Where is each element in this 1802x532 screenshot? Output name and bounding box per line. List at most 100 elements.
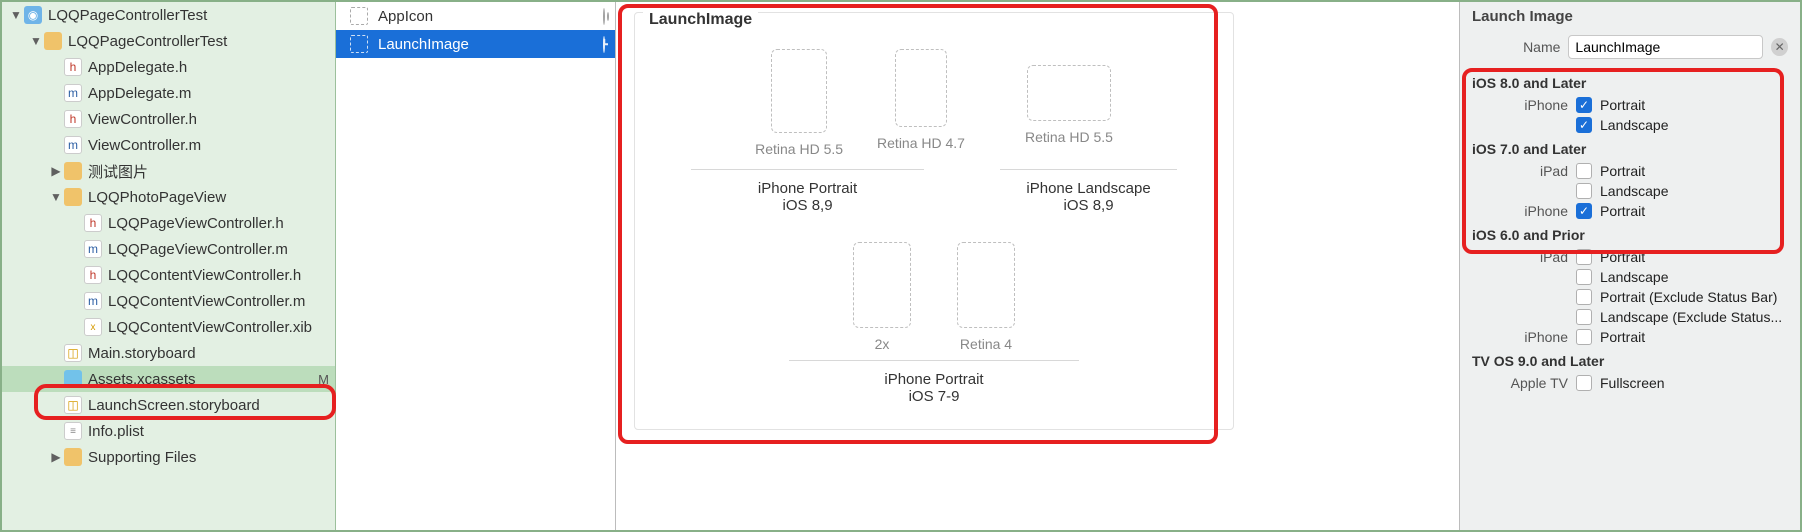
option-label: Portrait (Exclude Status Bar) (1600, 289, 1788, 305)
asset-label: AppIcon (378, 8, 433, 25)
checkbox[interactable] (1576, 329, 1592, 345)
nav-item[interactable]: hLQQPageViewController.h (2, 210, 335, 236)
option-label: Portrait (1600, 249, 1788, 265)
disclosure-icon[interactable]: ▶ (50, 450, 62, 464)
checkbox[interactable] (1576, 163, 1592, 179)
nav-item[interactable]: hLQQContentViewController.h (2, 262, 335, 288)
option-label: Portrait (1600, 203, 1788, 219)
checkbox[interactable] (1576, 249, 1592, 265)
checkbox[interactable] (1576, 183, 1592, 199)
clear-icon[interactable]: ✕ (1771, 38, 1788, 56)
option-device-label: iPhone (1472, 329, 1568, 345)
disclosure-icon[interactable]: ▼ (30, 34, 42, 48)
project-navigator[interactable]: ▼◉LQQPageControllerTest▼LQQPageControlle… (2, 2, 336, 530)
nav-item[interactable]: mLQQPageViewController.m (2, 236, 335, 262)
option-row: iPhone✓Portrait (1460, 95, 1800, 115)
nav-item[interactable]: hAppDelegate.h (2, 54, 335, 80)
m-icon: m (64, 136, 82, 154)
plist-icon: ≡ (64, 422, 82, 440)
nav-item[interactable]: ▼◉ LQQPageControllerTest (2, 2, 335, 28)
checkbox[interactable] (1576, 309, 1592, 325)
option-row: iPad Portrait (1460, 247, 1800, 267)
nav-item[interactable]: ≡ Info.plist (2, 418, 335, 444)
option-label: Fullscreen (1600, 375, 1788, 391)
nav-item-label: LQQPhotoPageView (88, 189, 329, 206)
nav-item-label: LQQPageViewController.h (108, 215, 329, 232)
nav-item[interactable]: ▼ LQQPhotoPageView (2, 184, 335, 210)
checkbox[interactable]: ✓ (1576, 97, 1592, 113)
option-device-label: iPad (1472, 249, 1568, 265)
imageset-icon (350, 35, 368, 53)
nav-item-label: Info.plist (88, 423, 329, 440)
nav-item[interactable]: hViewController.h (2, 106, 335, 132)
checkbox[interactable]: ✓ (1576, 117, 1592, 133)
m-icon: m (64, 84, 82, 102)
nav-item[interactable]: x LQQContentViewController.xib (2, 314, 335, 340)
option-row: iPad Portrait (1460, 161, 1800, 181)
xib-icon: x (84, 318, 102, 336)
option-row: Apple TV Fullscreen (1460, 373, 1800, 393)
folder-blue-icon (64, 370, 82, 388)
nav-item[interactable]: ◫LaunchScreen.storyboard (2, 392, 335, 418)
option-device-label: Apple TV (1472, 375, 1568, 391)
nav-item-label: LQQPageViewController.m (108, 241, 329, 258)
option-row: iPhonePortrait (1460, 327, 1800, 347)
nav-item[interactable]: ▶测试图片 (2, 158, 335, 184)
folder-icon (64, 448, 82, 466)
inspector-title: Launch Image (1460, 2, 1800, 31)
image-slot[interactable] (853, 242, 911, 328)
asset-list[interactable]: AppIcon LaunchImage (336, 2, 616, 530)
nav-item[interactable]: mAppDelegate.m (2, 80, 335, 106)
proj-icon: ◉ (24, 6, 42, 24)
folder-icon (64, 188, 82, 206)
nav-item[interactable]: Assets.xcassetsM (2, 366, 335, 392)
nav-item-label: ViewController.m (88, 137, 329, 154)
image-well[interactable]: 2x (853, 242, 911, 352)
image-well[interactable]: Retina HD 5.5 (1025, 49, 1113, 157)
checkbox[interactable] (1576, 269, 1592, 285)
section-header: iOS 8.0 and Later (1460, 69, 1800, 95)
nav-item[interactable]: ▶ Supporting Files (2, 444, 335, 470)
image-slot[interactable] (895, 49, 947, 127)
nav-item-label: LQQPageControllerTest (48, 7, 329, 24)
image-slot[interactable] (1027, 65, 1111, 121)
checkbox[interactable] (1576, 375, 1592, 391)
option-device-label: iPad (1472, 163, 1568, 179)
option-label: Portrait (1600, 163, 1788, 179)
asset-canvas: LaunchImage Retina HD 5.5 Retina HD 4.7 … (616, 2, 1460, 530)
option-label: Landscape (1600, 183, 1788, 199)
nav-item[interactable]: mLQQContentViewController.m (2, 288, 335, 314)
nav-item[interactable]: m ViewController.m (2, 132, 335, 158)
option-row: iPhone✓Portrait (1460, 201, 1800, 221)
image-well[interactable]: Retina HD 4.7 (877, 49, 965, 157)
disclosure-icon[interactable]: ▶ (50, 164, 62, 178)
folder-icon (64, 162, 82, 180)
image-well[interactable]: Retina HD 5.5 (755, 49, 843, 157)
checkbox[interactable]: ✓ (1576, 203, 1592, 219)
nav-item[interactable]: ▼ LQQPageControllerTest (2, 28, 335, 54)
nav-item[interactable]: ◫Main.storyboard (2, 340, 335, 366)
disclosure-icon[interactable]: ▼ (10, 8, 22, 22)
asset-item[interactable]: LaunchImage (336, 30, 615, 58)
nav-item-label: LQQContentViewController.xib (108, 319, 329, 336)
image-well[interactable]: Retina 4 (957, 242, 1015, 352)
option-row: Portrait (Exclude Status Bar) (1460, 287, 1800, 307)
image-slot[interactable] (957, 242, 1015, 328)
option-row: ✓ Landscape (1460, 115, 1800, 135)
option-label: Landscape (1600, 117, 1788, 133)
image-slot[interactable] (771, 49, 827, 133)
folder-icon (44, 32, 62, 50)
nav-item-label: Supporting Files (88, 449, 329, 466)
name-field[interactable] (1568, 35, 1763, 59)
option-row: Landscape (Exclude Status... (1460, 307, 1800, 327)
h-icon: h (64, 110, 82, 128)
checkbox[interactable] (1576, 289, 1592, 305)
nav-item-label: LQQPageControllerTest (68, 33, 329, 50)
story-icon: ◫ (64, 396, 82, 414)
nav-item-label: AppDelegate.h (88, 59, 329, 76)
disclosure-icon[interactable]: ▼ (50, 190, 62, 204)
asset-label: LaunchImage (378, 36, 469, 53)
h-icon: h (84, 266, 102, 284)
asset-item[interactable]: AppIcon (336, 2, 615, 30)
attributes-inspector[interactable]: Launch Image Name ✕ iOS 8.0 and LateriPh… (1460, 2, 1800, 530)
